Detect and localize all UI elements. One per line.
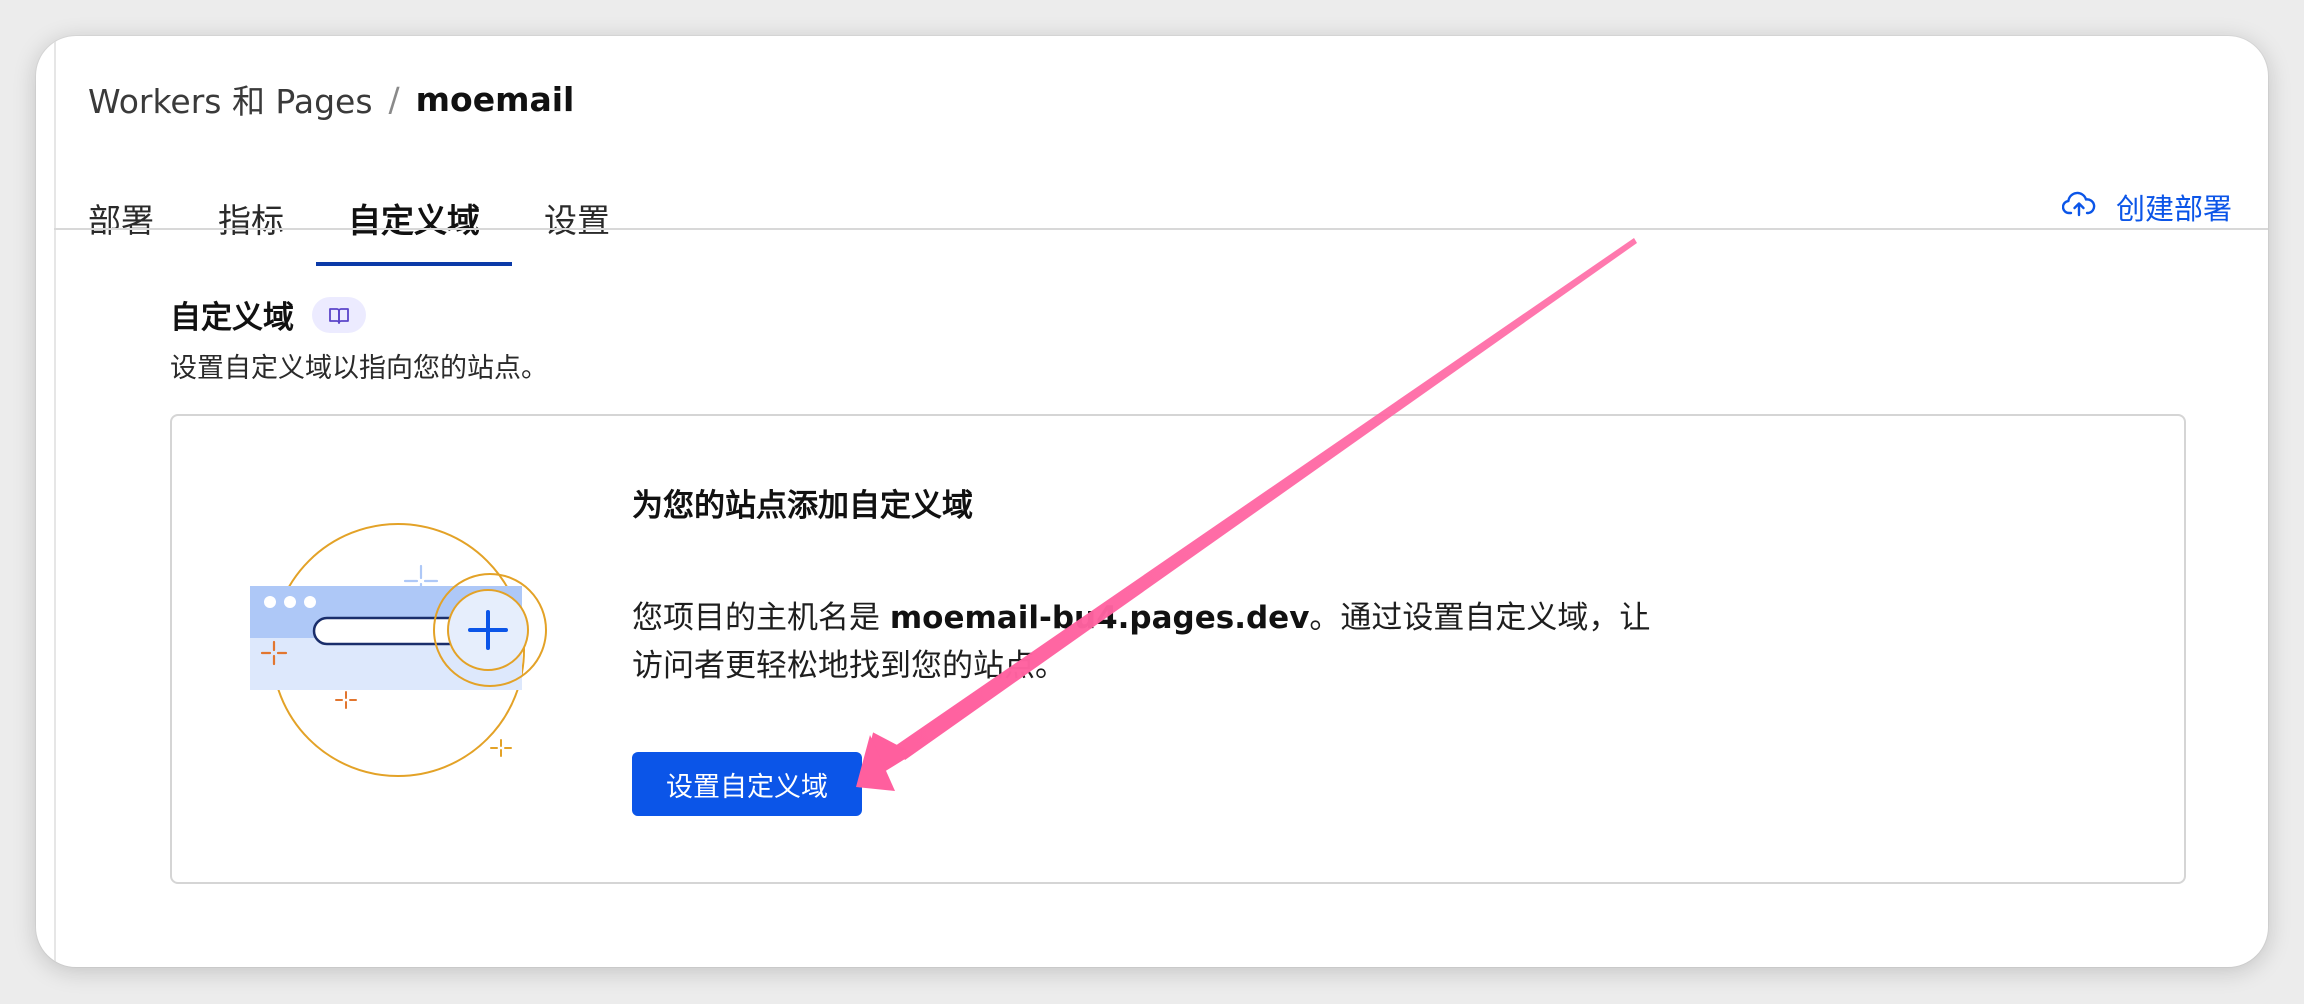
tab-deployments[interactable]: 部署 [88,176,186,266]
tab-label: 设置 [544,201,610,240]
tab-settings[interactable]: 设置 [512,176,642,266]
card-body-prefix: 您项目的主机名是 [632,600,890,636]
card-title: 为您的站点添加自定义域 [632,488,973,524]
create-deployment-button[interactable]: 创建部署 [2061,186,2232,228]
card-description: 您项目的主机名是 moemail-bu4.pages.dev。通过设置自定义域，… [632,594,1672,690]
tab-metrics[interactable]: 指标 [186,176,316,266]
create-deployment-label: 创建部署 [2115,192,2232,226]
sidebar-edge [54,36,56,967]
add-domain-illustration [246,510,556,790]
tab-label: 指标 [218,201,284,240]
tab-label: 自定义域 [348,201,480,240]
breadcrumb-parent-link[interactable]: Workers 和 Pages [88,75,373,123]
documentation-link[interactable] [312,296,366,333]
section-header: 自定义域 [170,292,366,337]
cloud-upload-icon [2061,190,2096,224]
empty-state-card: 为您的站点添加自定义域 您项目的主机名是 moemail-bu4.pages.d… [170,414,2186,884]
tab-label: 部署 [88,201,154,240]
book-icon [328,297,350,333]
section-description: 设置自定义域以指向您的站点。 [170,353,548,384]
breadcrumb-current: moemail [415,79,575,119]
breadcrumb: Workers 和 Pages / moemail [88,74,574,124]
app-window: Workers 和 Pages / moemail 部署 指标 自定义域 设置 … [36,36,2268,967]
tab-bar: 部署 指标 自定义域 设置 [88,176,642,266]
project-hostname: moemail-bu4.pages.dev [889,600,1310,636]
setup-custom-domain-button[interactable]: 设置自定义域 [632,752,862,816]
tab-custom-domains[interactable]: 自定义域 [316,176,512,266]
breadcrumb-separator: / [388,79,400,119]
section-title: 自定义域 [170,300,294,336]
tab-divider [54,228,2268,230]
